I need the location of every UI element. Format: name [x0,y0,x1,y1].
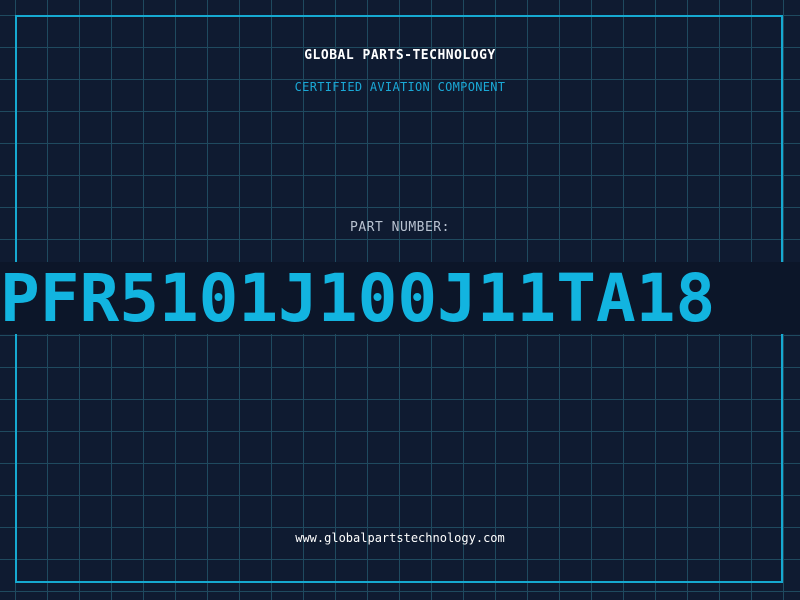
part-number-value: PFR5101J100J11TA18 [0,262,716,334]
website-url[interactable]: www.globalpartstechnology.com [0,531,800,545]
part-number-band: PFR5101J100J11TA18 [0,262,800,334]
part-number-label: PART NUMBER: [350,220,450,235]
company-name: GLOBAL PARTS-TECHNOLOGY [304,48,496,63]
certification-tagline: CERTIFIED AVIATION COMPONENT [294,80,506,94]
